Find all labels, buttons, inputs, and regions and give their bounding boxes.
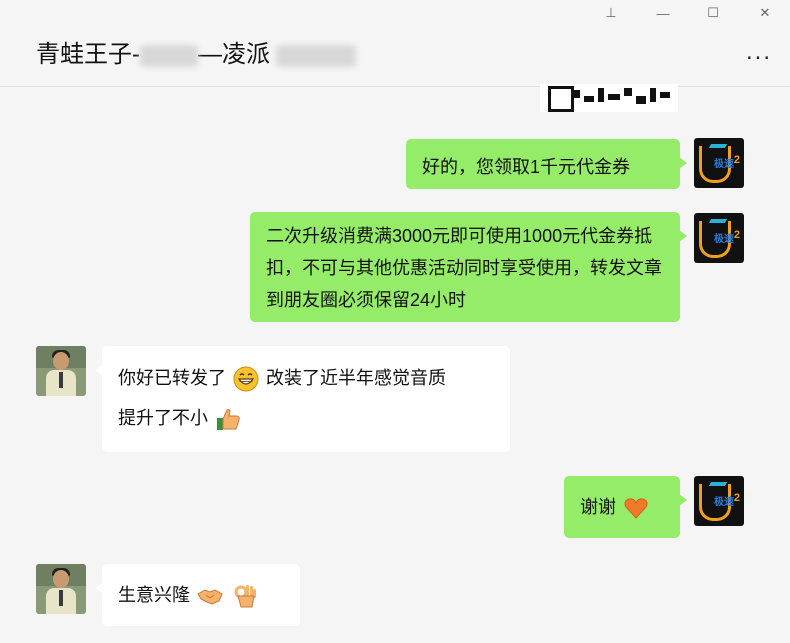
pin-icon[interactable]: ⊥ [600, 4, 622, 22]
message-bubble-self[interactable]: 二次升级消费满3000元即可使用1000元代金券抵扣，不可与其他优惠活动同时享受… [250, 212, 687, 322]
close-icon[interactable]: ✕ [754, 4, 776, 22]
maximize-icon[interactable]: ☐ [702, 4, 724, 22]
minimize-icon[interactable]: — [652, 4, 674, 22]
message-text: 谢谢 [580, 497, 616, 517]
handshake-icon [197, 589, 223, 605]
grinning-face-icon [233, 366, 259, 392]
chat-title: 青蛙王子- —凌派 [36, 34, 356, 69]
orange-heart-icon [624, 498, 648, 519]
self-avatar[interactable]: 极速 2 [694, 213, 744, 263]
message-text: 好的，您领取1千元代金券 [422, 157, 631, 177]
more-options-icon[interactable]: ... [746, 38, 772, 66]
contact-avatar[interactable] [36, 346, 86, 396]
message-text: 生意兴隆 [118, 585, 190, 605]
message-bubble-self[interactable]: 谢谢 [564, 476, 687, 538]
message-text: 二次升级消费满3000元即可使用1000元代金券抵扣，不可与其他优惠活动同时享受… [266, 226, 662, 310]
chat-title-part2: —凌派 [198, 41, 270, 68]
ok-hand-icon [234, 585, 257, 608]
message-bubble-other[interactable]: 你好已转发了 改装了近半年感觉音质 提升了不小 [95, 346, 510, 452]
blurred-name [276, 44, 356, 67]
thumbs-up-icon [217, 409, 240, 431]
contact-avatar[interactable] [36, 564, 86, 614]
chat-window: 青蛙王子- —凌派 ⊥ — ☐ ✕ ... 好的，您领取1千元代金券 极速 2 二… [0, 0, 790, 643]
message-bubble-self[interactable]: 好的，您领取1千元代金券 [406, 139, 687, 189]
self-avatar[interactable]: 极速 2 [694, 476, 744, 526]
blurred-name [140, 44, 198, 67]
message-text-b: 改装了近半年感觉音质 [266, 368, 447, 388]
message-text-c: 提升了不小 [118, 408, 208, 428]
qr-code-image[interactable] [540, 84, 678, 112]
title-bar: 青蛙王子- —凌派 ⊥ — ☐ ✕ ... [0, 0, 790, 87]
self-avatar[interactable]: 极速 2 [694, 138, 744, 188]
chat-title-part1: 青蛙王子- [36, 41, 140, 68]
message-bubble-other[interactable]: 生意兴隆 [95, 564, 300, 626]
message-text-a: 你好已转发了 [118, 368, 226, 388]
